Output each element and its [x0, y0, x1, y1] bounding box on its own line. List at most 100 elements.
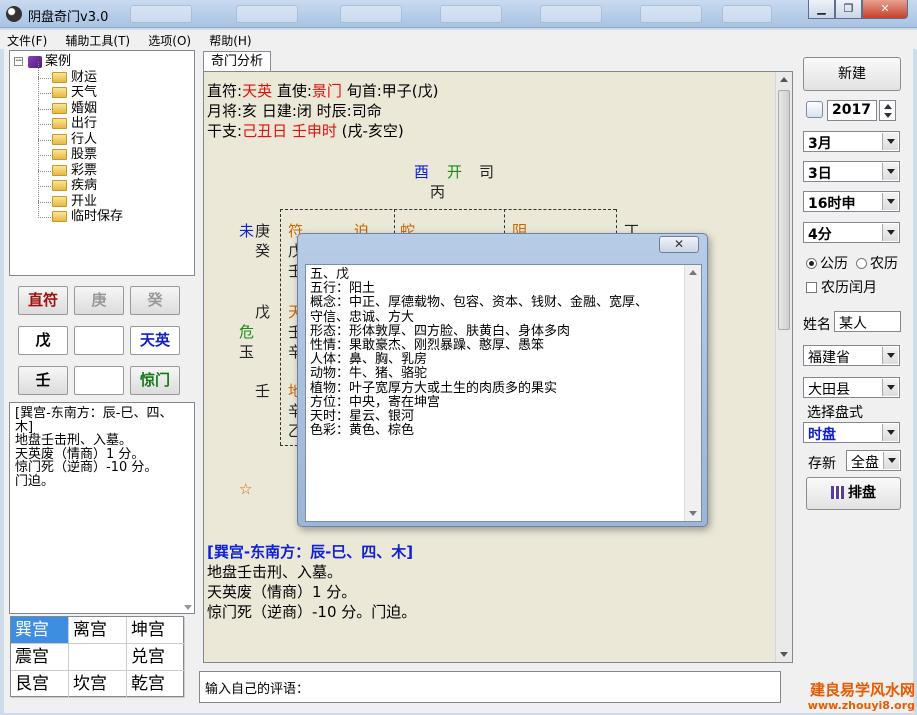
- palace-kun[interactable]: 坤宫: [127, 617, 185, 644]
- tree-item-label: 财运: [71, 69, 98, 85]
- chart-type-value: 时盘: [808, 427, 836, 443]
- scroll-down-arrow-icon[interactable]: [184, 605, 192, 610]
- grid-button-blank-2[interactable]: [74, 366, 124, 395]
- header-highlight: 己丑日 壬申时: [242, 122, 337, 140]
- grid-button-wu[interactable]: 戊: [18, 326, 68, 355]
- checkbox-icon[interactable]: [806, 282, 817, 293]
- palace-zhen[interactable]: 震宫: [11, 644, 69, 671]
- folder-icon: [52, 71, 67, 83]
- chart-label: 癸: [255, 242, 271, 260]
- grid-line: [280, 209, 616, 210]
- popup-text[interactable]: 五、戊 五行：阳土 概念：中正、厚德载物、包容、资本、钱财、金融、宽厚、 守信、…: [305, 264, 702, 522]
- radio-selected-icon[interactable]: [806, 258, 817, 269]
- new-button[interactable]: 新建: [803, 57, 901, 91]
- save-scope-select[interactable]: 全盘: [846, 450, 901, 471]
- name-field[interactable]: 某人: [834, 311, 901, 332]
- scroll-down-arrow-icon[interactable]: [689, 511, 697, 516]
- chart-label: 酉: [414, 163, 430, 181]
- title-bar: 阴盘奇门v3.0 ▁ ❐ ✕: [0, 0, 917, 28]
- leap-month-checkbox[interactable]: 农历闰月: [806, 277, 877, 297]
- calendar-icon[interactable]: [806, 101, 823, 118]
- grid-button-zhifu[interactable]: 直符: [18, 286, 68, 315]
- grid-button-jingmen[interactable]: 惊门: [130, 366, 180, 395]
- popup-line: 概念：中正、厚德载物、包容、资本、钱财、金融、宽厚、: [310, 295, 649, 311]
- chevron-down-icon[interactable]: [882, 133, 898, 150]
- watermark-line-2: www.zhouyi8.org: [807, 699, 915, 712]
- grid-button-geng[interactable]: 庚: [74, 286, 124, 315]
- palace-xun[interactable]: 巽宫: [11, 617, 69, 644]
- collapse-icon[interactable]: −: [14, 57, 23, 67]
- tree-item-label: 疾病: [71, 178, 98, 193]
- grid-line: [280, 209, 281, 445]
- menu-bar: 文件(F) 辅助工具(T) 选项(O) 帮助(H): [0, 30, 917, 49]
- day-select[interactable]: 3日: [803, 161, 900, 182]
- chart-label: 玉: [239, 343, 255, 361]
- chevron-down-icon[interactable]: [882, 379, 898, 396]
- month-value: 3月: [808, 136, 832, 152]
- grid-button-ren[interactable]: 壬: [18, 366, 68, 395]
- solar-calendar-radio[interactable]: 公历: [806, 253, 848, 273]
- county-select[interactable]: 大田县: [803, 377, 900, 398]
- header-highlight: 景门: [311, 82, 342, 100]
- grid-button-tianying[interactable]: 天英: [130, 326, 180, 355]
- chevron-down-icon[interactable]: [882, 424, 898, 441]
- menu-file[interactable]: 文件(F): [0, 30, 54, 51]
- chevron-down-icon[interactable]: [882, 193, 898, 210]
- palace-dui[interactable]: 兑宫: [127, 644, 185, 671]
- month-select[interactable]: 3月: [803, 131, 900, 152]
- scroll-up-arrow-icon[interactable]: [780, 77, 788, 82]
- year-spinner[interactable]: [879, 100, 896, 121]
- palace-gen[interactable]: 艮宫: [11, 671, 69, 698]
- arrange-label: 排盘: [848, 485, 876, 501]
- case-tree[interactable]: − 案例 财运 天气 婚姻 出行 行人 股票 彩票 疾病 开业 临时保存: [9, 50, 195, 276]
- scroll-down-arrow-icon[interactable]: [780, 652, 788, 657]
- chart-label: 庚: [255, 222, 271, 240]
- scroll-thumb[interactable]: [778, 90, 790, 330]
- header-text: (戌-亥空): [336, 122, 404, 140]
- palace-kan[interactable]: 坎宫: [69, 671, 127, 698]
- chart-type-select[interactable]: 时盘: [803, 422, 900, 443]
- palace-center[interactable]: [69, 644, 127, 671]
- palace-qian[interactable]: 乾宫: [127, 671, 185, 698]
- folder-icon: [52, 195, 67, 207]
- menu-options[interactable]: 选项(O): [141, 30, 198, 51]
- chevron-down-icon[interactable]: [882, 347, 898, 364]
- minute-select[interactable]: 4分: [803, 222, 900, 243]
- radio-icon[interactable]: [856, 258, 867, 269]
- popup-close-button[interactable]: ✕: [659, 236, 699, 253]
- tree-item-temp-save[interactable]: 临时保存: [14, 201, 190, 225]
- spin-down-icon[interactable]: [884, 113, 892, 118]
- palace-li[interactable]: 离宫: [69, 617, 127, 644]
- analysis-line: 天英废（情商）1 分。: [207, 583, 357, 601]
- chart-label: 危: [239, 323, 255, 341]
- lunar-calendar-radio[interactable]: 农历: [856, 253, 898, 273]
- chevron-down-icon[interactable]: [883, 452, 899, 469]
- spin-up-icon[interactable]: [884, 104, 892, 109]
- maximize-button[interactable]: ❐: [835, 0, 862, 19]
- popup-line: 守信、忠诚、方大: [310, 309, 415, 325]
- popup-scrollbar[interactable]: [684, 265, 701, 521]
- desc-line: 木]: [15, 419, 34, 435]
- close-button[interactable]: ✕: [862, 0, 908, 19]
- province-select[interactable]: 福建省: [803, 345, 900, 366]
- grid-button-gui[interactable]: 癸: [130, 286, 180, 315]
- menu-help[interactable]: 帮助(H): [202, 30, 258, 51]
- tree-item-label: 开业: [71, 193, 98, 209]
- chevron-down-icon[interactable]: [882, 163, 898, 180]
- chevron-down-icon[interactable]: [882, 224, 898, 241]
- grid-button-blank-1[interactable]: [74, 326, 124, 355]
- menu-tools[interactable]: 辅助工具(T): [58, 30, 137, 51]
- comment-input[interactable]: 输入自己的评语：: [199, 671, 781, 703]
- arrange-button[interactable]: 排盘: [806, 477, 901, 510]
- chart-scrollbar[interactable]: [775, 72, 792, 662]
- folder-icon: [52, 149, 67, 161]
- tab-qimen-analysis[interactable]: 奇门分析: [203, 51, 271, 72]
- tree-item-label: 行人: [71, 131, 98, 147]
- minimize-button[interactable]: ▁: [808, 0, 835, 19]
- chart-header-line-2: 月将:亥 日建:闭 时辰:司命: [207, 102, 382, 120]
- year-field[interactable]: 2017: [827, 100, 877, 121]
- scroll-up-arrow-icon[interactable]: [689, 270, 697, 275]
- hour-select[interactable]: 16时申: [803, 191, 900, 212]
- left-description-text[interactable]: [巽宫-东南方：辰-巳、四、 木] 地盘壬击刑、入墓。 天英废（情商）1 分。 …: [9, 402, 195, 614]
- folder-icon: [52, 164, 67, 176]
